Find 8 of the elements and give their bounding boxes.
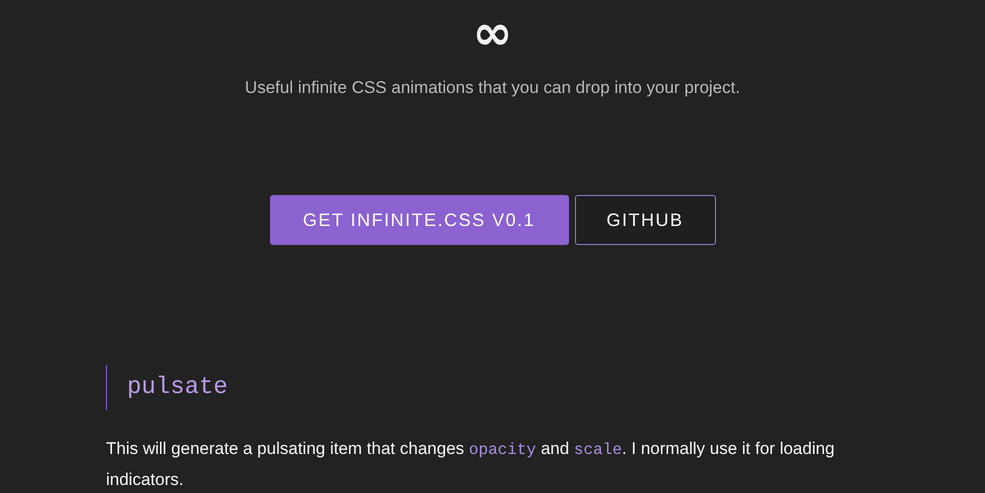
inline-code: opacity <box>468 441 536 459</box>
tagline: Useful infinite CSS animations that you can drop into your project. <box>244 78 740 98</box>
section-paragraph: This will generate a pulsating item that changes opacity and scale. I normally use it for loading indicators. <box>106 438 836 491</box>
inline-code: scale <box>574 441 622 459</box>
infinity-logo: ∞ <box>472 8 512 58</box>
github-button[interactable]: GITHUB <box>574 195 716 245</box>
download-button[interactable]: GET INFINITE.CSS V0.1 <box>270 195 568 245</box>
section-heading: pulsate <box>106 365 886 410</box>
